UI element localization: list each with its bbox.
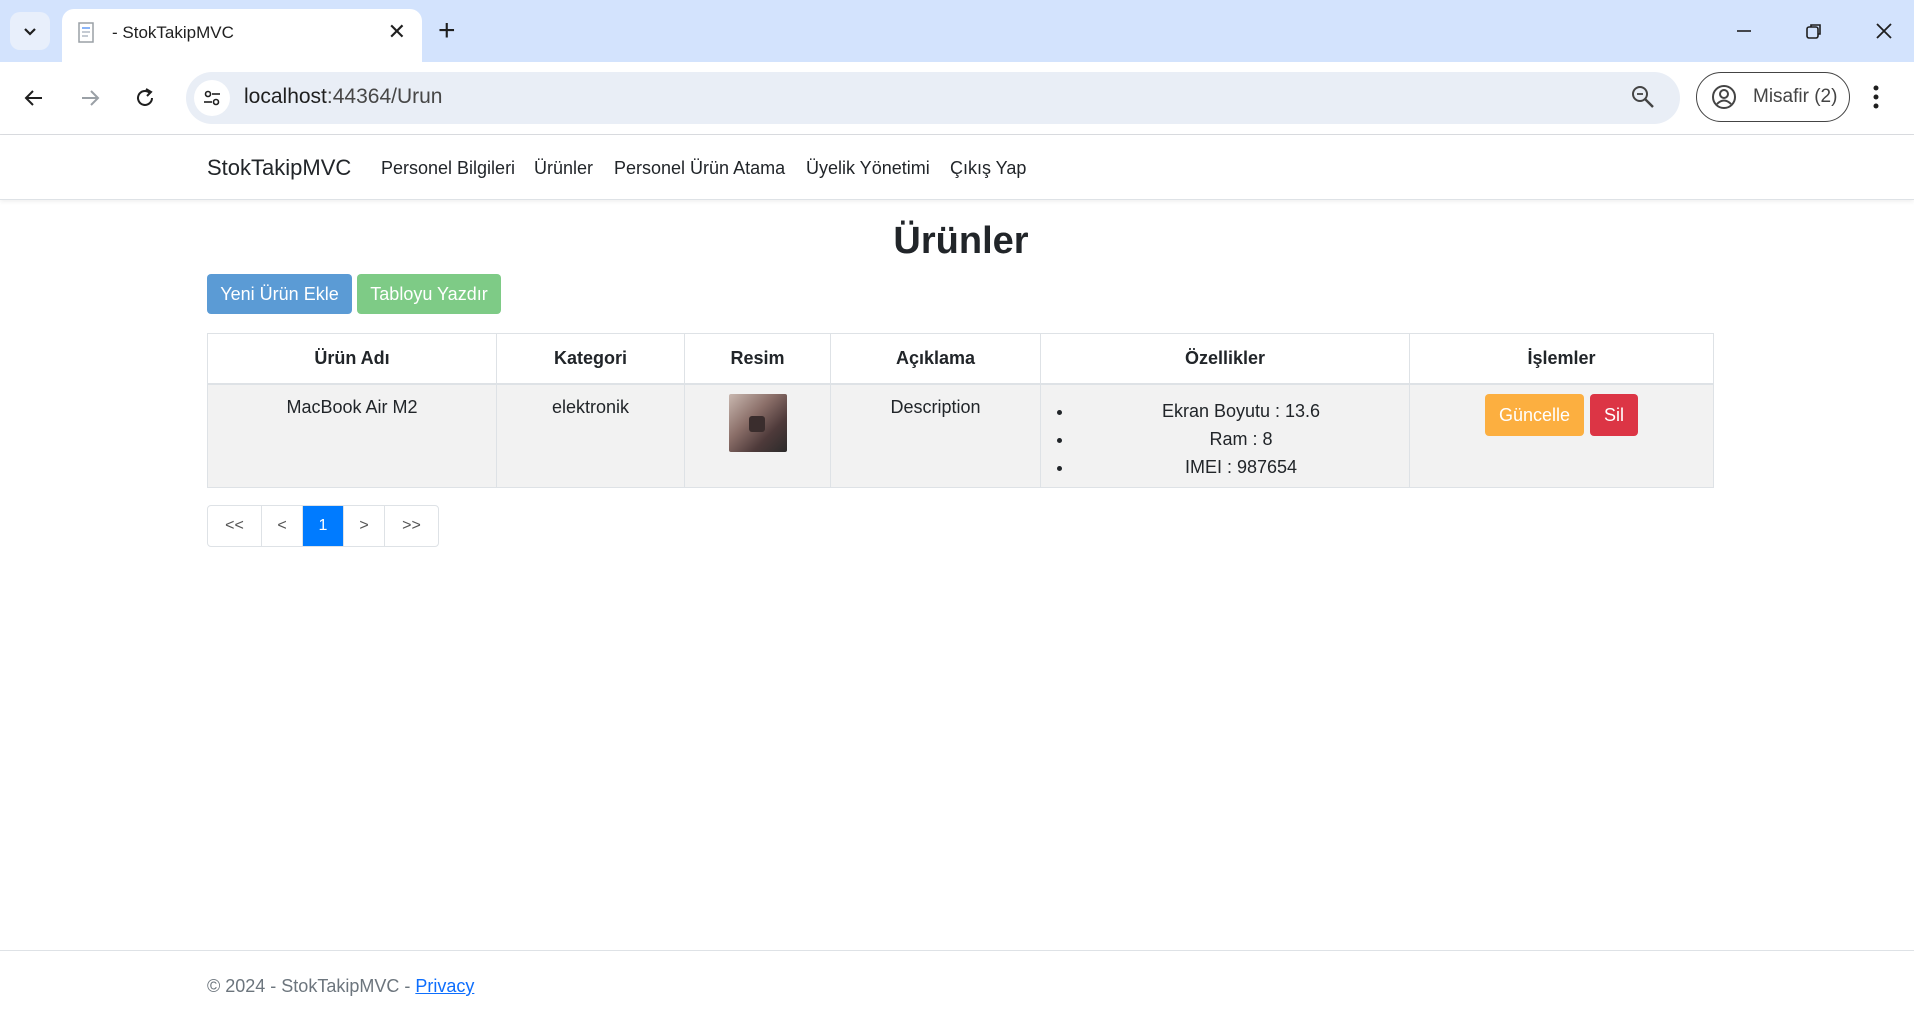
browser-tab[interactable]: - StokTakipMVC ✕ [62, 9, 422, 62]
app-navbar: StokTakipMVC Personel Bilgileri Ürünler … [0, 135, 1914, 200]
feature-item: Ram : 8 [1074, 425, 1408, 453]
brand-link[interactable]: StokTakipMVC [207, 155, 351, 181]
page-next-button[interactable]: > [343, 506, 384, 546]
footer-text: © 2024 - StokTakipMVC - Privacy [207, 976, 474, 997]
cell-description: Description [830, 383, 1041, 488]
document-icon [78, 22, 94, 43]
page-title: Ürünler [893, 220, 1029, 262]
cell-image [684, 383, 831, 488]
add-product-button[interactable]: Yeni Ürün Ekle [207, 274, 352, 314]
new-tab-button[interactable]: + [438, 14, 456, 48]
feature-item: Ekran Boyutu : 13.6 [1074, 397, 1408, 425]
cell-features: Ekran Boyutu : 13.6 Ram : 8 IMEI : 98765… [1040, 383, 1410, 488]
minimize-button[interactable] [1724, 14, 1764, 48]
reload-button[interactable] [127, 80, 163, 116]
tab-title: - StokTakipMVC [112, 23, 234, 42]
arrow-right-icon [82, 90, 100, 106]
update-button[interactable]: Güncelle [1484, 394, 1585, 436]
cell-actions: Güncelle Sil [1409, 383, 1714, 488]
address-bar[interactable]: localhost:44364/Urun [186, 72, 1680, 124]
header-islemler: İşlemler [1409, 333, 1714, 385]
pagination: << < 1 > >> [207, 505, 439, 547]
zoom-icon[interactable] [1630, 84, 1656, 110]
nav-personel-urun-atama[interactable]: Personel Ürün Atama [614, 158, 785, 179]
url-text[interactable]: localhost:44364/Urun [244, 85, 442, 109]
nav-uyelik-yonetimi[interactable]: Üyelik Yönetimi [806, 158, 930, 179]
url-host: localhost [244, 85, 327, 108]
header-resim: Resim [684, 333, 831, 385]
nav-personel-bilgileri[interactable]: Personel Bilgileri [381, 158, 515, 179]
close-icon [1876, 23, 1892, 39]
browser-toolbar: localhost:44364/Urun Misafir (2) [0, 62, 1914, 135]
reload-icon [137, 88, 153, 106]
products-table: Ürün Adı Kategori Resim Açıklama Özellik… [207, 333, 1714, 488]
minimize-icon [1737, 30, 1751, 32]
cell-product-name: MacBook Air M2 [207, 383, 497, 488]
features-list: Ekran Boyutu : 13.6 Ram : 8 IMEI : 98765… [1042, 397, 1408, 481]
restore-button[interactable] [1794, 14, 1834, 48]
cell-category: elektronik [496, 383, 685, 488]
feature-item: IMEI : 987654 [1074, 453, 1408, 481]
tune-icon [204, 90, 220, 106]
close-tab-icon[interactable]: ✕ [388, 20, 406, 44]
profile-button[interactable]: Misafir (2) [1696, 72, 1850, 122]
header-aciklama: Açıklama [830, 333, 1041, 385]
forward-button[interactable] [72, 80, 108, 116]
print-table-button[interactable]: Tabloyu Yazdır [357, 274, 501, 314]
more-vert-icon[interactable] [1872, 84, 1880, 110]
header-ozellikler: Özellikler [1040, 333, 1410, 385]
account-circle-icon [1712, 85, 1736, 109]
profile-label: Misafir (2) [1753, 86, 1838, 107]
page-current-button[interactable]: 1 [302, 506, 343, 546]
page-first-button[interactable]: << [208, 506, 261, 546]
url-path: :44364/Urun [326, 85, 443, 108]
site-info-button[interactable] [194, 80, 230, 116]
tab-search-button[interactable] [10, 12, 50, 50]
close-window-button[interactable] [1864, 14, 1904, 48]
copyright-text: © 2024 - StokTakipMVC - [207, 976, 416, 996]
nav-urunler[interactable]: Ürünler [534, 158, 593, 179]
page-prev-button[interactable]: < [261, 506, 302, 546]
table-row: MacBook Air M2 elektronik Description Ek… [207, 383, 1714, 488]
delete-button[interactable]: Sil [1590, 394, 1639, 436]
header-kategori: Kategori [496, 333, 685, 385]
back-button[interactable] [16, 80, 52, 116]
header-urun-adi: Ürün Adı [207, 333, 497, 385]
restore-icon [1806, 24, 1821, 39]
page-last-button[interactable]: >> [384, 506, 438, 546]
arrow-left-icon [24, 90, 42, 106]
chevron-down-icon [24, 28, 36, 36]
nav-cikis-yap[interactable]: Çıkış Yap [950, 158, 1026, 179]
table-header-row: Ürün Adı Kategori Resim Açıklama Özellik… [207, 333, 1714, 385]
browser-tab-bar: - StokTakipMVC ✕ + [0, 0, 1914, 62]
footer: © 2024 - StokTakipMVC - Privacy [0, 950, 1914, 1012]
privacy-link[interactable]: Privacy [415, 976, 474, 996]
product-image [728, 394, 787, 452]
